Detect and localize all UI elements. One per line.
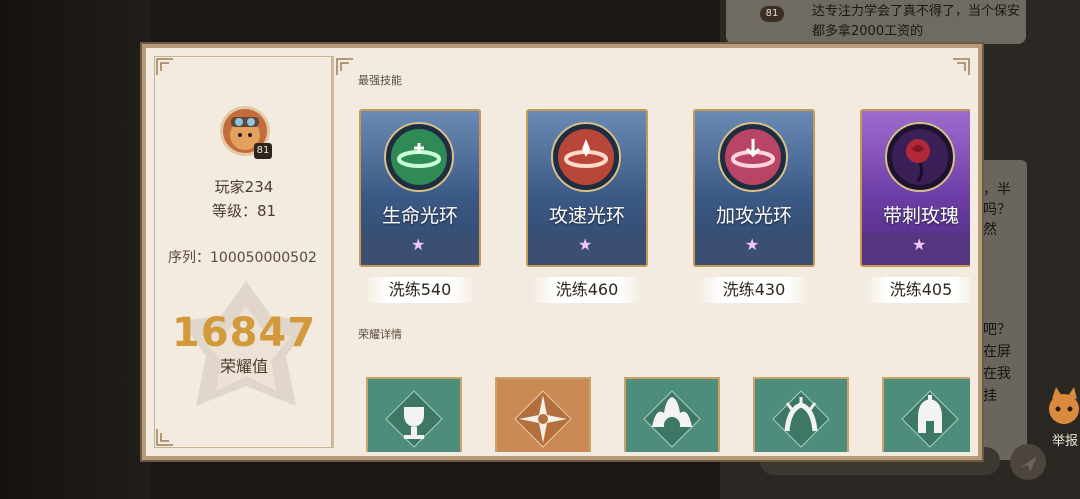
compass-star-icon: [514, 390, 572, 448]
star-icon: ★: [745, 235, 760, 254]
skill-name: 生命光环: [381, 205, 458, 227]
trophy-swords-icon: [385, 390, 443, 448]
honor-label: 荣耀值: [219, 357, 268, 376]
star-icon: ★: [411, 235, 426, 254]
skill-refine-count: 洗练405: [866, 277, 970, 303]
section-title-skills: 最强技能: [358, 74, 402, 87]
player-name: 玩家234: [214, 178, 274, 196]
send-icon: [1020, 456, 1037, 472]
corner-ornament: [156, 58, 173, 75]
chat-side-line: 然: [983, 222, 997, 238]
skill-name: 加攻光环: [715, 205, 792, 227]
thorn-rose-icon: [885, 122, 955, 192]
skill-refine-count: 洗练540: [365, 277, 475, 303]
honor-badge[interactable]: [753, 377, 849, 452]
skill-name: 攻速光环: [548, 205, 625, 227]
chat-side-line: 吧？: [983, 322, 1011, 338]
cat-mascot-icon: [1049, 387, 1079, 424]
honor-badge[interactable]: [495, 377, 591, 452]
chat-side-line: 在我: [983, 366, 1011, 382]
star-icon: ★: [912, 235, 927, 254]
claw-crest-icon: [772, 390, 830, 448]
chat-side-line: 在屏: [983, 344, 1011, 360]
honor-badge[interactable]: [882, 377, 970, 452]
skill-refine-count: 洗练460: [532, 277, 642, 303]
chat-side-line: 吗？: [983, 202, 1011, 218]
chat-side-line: ，半: [983, 182, 1011, 198]
corner-ornament: [156, 429, 173, 446]
player-serial: 序列：100050000502: [168, 250, 317, 266]
flame-shield-icon: [643, 390, 701, 448]
section-title-honor: 荣耀详情: [358, 328, 402, 341]
chat-level-badge: 81: [760, 6, 784, 22]
honor-badge[interactable]: [366, 377, 462, 452]
honor-badge[interactable]: [624, 377, 720, 452]
spartan-helmet-icon: [901, 390, 959, 448]
detail-panel: 最强技能 生命光环 ★ 洗练540 攻速光环 ★ 洗练460 加攻光环 ★ 洗练…: [336, 56, 970, 452]
attack-speed-aura-icon: [551, 122, 621, 192]
honor-value: 16847: [171, 310, 317, 356]
player-profile-dialog: 81 玩家234 等级：81 序列：100050000502 16847 荣耀值…: [142, 44, 982, 460]
skill-name: 带刺玫瑰: [882, 205, 959, 227]
panel-divider: [332, 56, 334, 448]
skill-card[interactable]: 加攻光环 ★ 洗练430: [693, 109, 815, 303]
send-button[interactable]: [1010, 444, 1046, 480]
skill-refine-count: 洗练430: [699, 277, 809, 303]
star-icon: ★: [578, 235, 593, 254]
skill-card[interactable]: 带刺玫瑰 ★ 洗练405: [860, 109, 970, 303]
report-label: 举报: [1052, 434, 1079, 449]
chat-message-text: 达专注力学会了真不得了，当个保安都多拿2000工资的: [812, 4, 1021, 39]
life-aura-icon: [384, 122, 454, 192]
background-left-panel: [0, 0, 150, 499]
player-level: 等级：81: [211, 202, 277, 220]
attack-boost-aura-icon: [718, 122, 788, 192]
avatar-level-badge: 81: [254, 143, 272, 159]
skill-card[interactable]: 生命光环 ★ 洗练540: [359, 109, 481, 303]
skill-card[interactable]: 攻速光环 ★ 洗练460: [526, 109, 648, 303]
chat-side-line: 挂: [983, 388, 997, 404]
